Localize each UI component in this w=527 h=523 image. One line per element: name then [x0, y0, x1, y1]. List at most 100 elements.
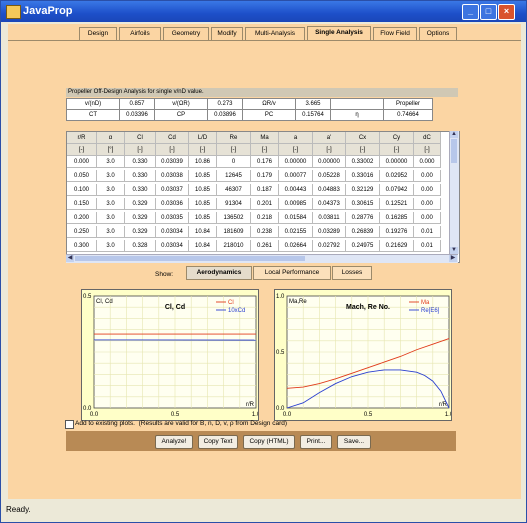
app-icon [6, 5, 21, 19]
horizontal-scrollbar[interactable]: ◀ ▶ [66, 254, 458, 263]
scroll-down-icon[interactable]: ▼ [450, 247, 458, 254]
analyze-button[interactable]: Analyze! [155, 435, 193, 449]
show-tab-local-performance[interactable]: Local Performance [253, 266, 331, 280]
summary-cell: 0.15764 [295, 109, 331, 121]
results-grid[interactable]: r/R α Cl Cd L/D Re Ma a a' Cx Cy dC [-] [°] [-] [-] [-][… [66, 131, 460, 263]
summary-cell: 0.273 [207, 98, 243, 110]
legend-label: Cl [228, 300, 234, 306]
print-button[interactable]: Print... [300, 435, 332, 449]
y-tick-label: 1.0 [276, 294, 285, 300]
grid-unit: [-] [125, 144, 156, 156]
grid-cell: 0.00 [414, 170, 441, 182]
grid-cell: 0.03034 [156, 226, 189, 238]
grid-cell: 0.03811 [313, 212, 346, 224]
grid-cell: 0.32129 [346, 184, 380, 196]
grid-cell: 0.26839 [346, 226, 380, 238]
grid-cell: 0.07942 [380, 184, 414, 196]
grid-cell: 0.201 [251, 198, 279, 210]
grid-cell: 0.02952 [380, 170, 414, 182]
tab-design[interactable]: Design [79, 27, 117, 40]
tab-modify[interactable]: Modify [211, 27, 243, 40]
summary-cell: ΩR/v [242, 98, 296, 110]
vertical-scrollbar[interactable]: ▲ ▼ [449, 131, 459, 254]
grid-unit: [-] [189, 144, 217, 156]
title-bar[interactable]: JavaProp _ □ × [1, 1, 526, 22]
grid-header: Cl [125, 132, 156, 144]
grid-cell: 3.0 [97, 198, 125, 210]
chart-title: Cl, Cd [165, 304, 185, 311]
hscroll-thumb[interactable] [75, 256, 305, 261]
grid-unit: [-] [313, 144, 346, 156]
x-tick-label: 1.0 [252, 412, 258, 418]
grid-cell: 0.33002 [346, 156, 380, 168]
legend-label: 10xCd [228, 308, 245, 314]
y-tick-label: 0.5 [83, 294, 92, 300]
grid-header: r/R [67, 132, 97, 144]
tab-flow-field[interactable]: Flow Field [373, 27, 417, 40]
grid-cell: 0.330 [125, 184, 156, 196]
scroll-up-icon[interactable]: ▲ [450, 131, 458, 138]
tab-airfoils[interactable]: Airfoils [119, 27, 161, 40]
grid-cell: 0.03289 [313, 226, 346, 238]
save-button[interactable]: Save... [337, 435, 371, 449]
tab-multi-analysis[interactable]: Multi-Analysis [245, 27, 305, 40]
grid-cell: 0.238 [251, 226, 279, 238]
summary-table: v/(nD) 0.857 v/(ΩR) 0.273 ΩR/v 3.665 Propeller… [66, 98, 433, 121]
grid-cell: 0.176 [251, 156, 279, 168]
grid-cell: 3.0 [97, 156, 125, 168]
grid-cell: 10.84 [189, 226, 217, 238]
section-header: Propeller Off-Design Analysis for single… [66, 88, 458, 97]
summary-cell [330, 98, 384, 110]
grid-header: Re [217, 132, 251, 144]
minimize-icon[interactable]: _ [462, 4, 479, 20]
y-axis-label: Cl, Cd [96, 299, 113, 305]
scroll-left-icon[interactable]: ◀ [66, 255, 74, 262]
scroll-thumb[interactable] [451, 139, 457, 163]
grid-cell: 0.03034 [156, 240, 189, 252]
tab-single-analysis[interactable]: Single Analysis [307, 26, 371, 41]
grid-cell: 0.187 [251, 184, 279, 196]
grid-cell: 0.01584 [279, 212, 313, 224]
status-bar [1, 501, 526, 522]
grid-cell: 0.330 [125, 170, 156, 182]
legend-label: Re[E6] [421, 308, 440, 314]
grid-cell: 0.16285 [380, 212, 414, 224]
summary-cell: 0.03896 [207, 109, 243, 121]
grid-cell: 0.250 [67, 226, 97, 238]
close-icon[interactable]: × [498, 4, 515, 20]
grid-cell: 0.03035 [156, 212, 189, 224]
y-tick-label: 0.0 [276, 406, 285, 412]
grid-cell: 0.02792 [313, 240, 346, 252]
grid-cell: 0.02155 [279, 226, 313, 238]
copy-text-button[interactable]: Copy Text [198, 435, 238, 449]
grid-cell: 0.03036 [156, 198, 189, 210]
grid-cell: 0.300 [67, 240, 97, 252]
grid-header: Cx [346, 132, 380, 144]
grid-unit: [°] [97, 144, 125, 156]
scroll-right-icon[interactable]: ▶ [449, 255, 457, 262]
show-tab-losses[interactable]: Losses [332, 266, 372, 280]
grid-cell: 10.85 [189, 170, 217, 182]
show-tab-aerodynamics[interactable]: Aerodynamics [186, 266, 252, 280]
grid-cell: 0.00000 [279, 156, 313, 168]
add-existing-checkbox[interactable] [65, 420, 74, 429]
grid-cell: 0.19276 [380, 226, 414, 238]
add-existing-text: Add to existing plots. [75, 420, 135, 427]
grid-header: Cy [380, 132, 414, 144]
grid-cell: 12645 [217, 170, 251, 182]
x-tick-label: 1.0 [445, 412, 451, 418]
grid-cell: 3.0 [97, 226, 125, 238]
grid-cell: 0.00000 [380, 156, 414, 168]
grid-cell: 0.03039 [156, 156, 189, 168]
summary-cell: 3.665 [295, 98, 331, 110]
grid-cell: 0.050 [67, 170, 97, 182]
copy-html-button[interactable]: Copy (HTML) [243, 435, 295, 449]
tab-geometry[interactable]: Geometry [163, 27, 209, 40]
grid-cell: 0.329 [125, 198, 156, 210]
grid-cell: 0.03037 [156, 184, 189, 196]
grid-cell: 0.330 [125, 156, 156, 168]
summary-cell: 0.857 [119, 98, 155, 110]
tab-options[interactable]: Options [419, 27, 457, 40]
add-existing-label: Add to existing plots. (Results are vali… [75, 420, 287, 427]
maximize-icon[interactable]: □ [480, 4, 497, 20]
